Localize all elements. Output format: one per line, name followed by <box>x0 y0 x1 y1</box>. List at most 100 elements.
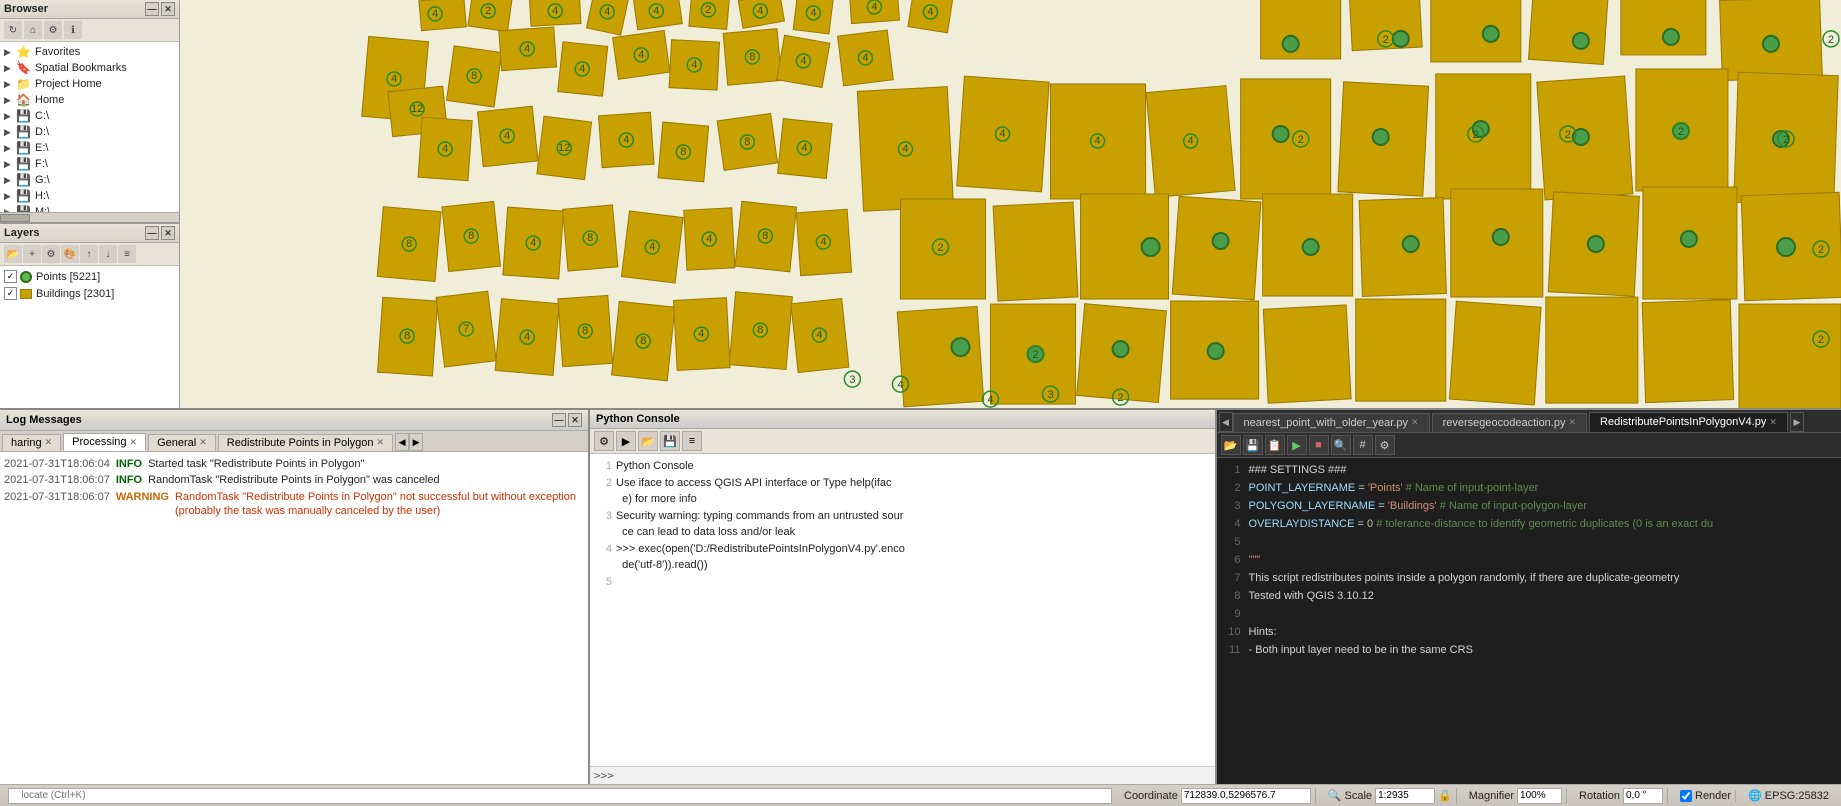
python-settings-btn[interactable]: ⚙ <box>594 431 614 451</box>
svg-text:4: 4 <box>579 63 585 75</box>
tree-arrow: ▶ <box>4 143 16 154</box>
tree-item-h[interactable]: ▶ 💾 H:\ <box>0 188 179 204</box>
layer-item-buildings[interactable]: ✓ Buildings [2301] <box>0 285 179 302</box>
browser-home-btn[interactable]: ⌂ <box>24 21 42 39</box>
tab-processing-close[interactable]: ✕ <box>130 437 138 448</box>
tree-item-g[interactable]: ▶ 💾 G:\ <box>0 172 179 188</box>
browser-minimize-btn[interactable]: — <box>145 2 159 16</box>
tree-item-m[interactable]: ▶ 💾 M:\ <box>0 204 179 212</box>
log-close-btn[interactable]: ✕ <box>568 413 582 427</box>
editor-content[interactable]: 1 ### SETTINGS ### 2 POINT_LAYERNAME = '… <box>1217 458 1841 784</box>
tab-sharing[interactable]: haring ✕ <box>2 434 61 451</box>
layer-item-points[interactable]: ✓ Points [5221] <box>0 268 179 285</box>
layers-close-btn[interactable]: ✕ <box>161 226 175 240</box>
tab-redistribute-close[interactable]: ✕ <box>377 437 385 448</box>
tab-sharing-close[interactable]: ✕ <box>45 437 53 448</box>
magnifier-input[interactable] <box>1517 788 1562 804</box>
editor-tab-reverse[interactable]: reversegeocodeaction.py ✕ <box>1432 413 1587 432</box>
scale-input[interactable] <box>1375 788 1435 804</box>
svg-text:3: 3 <box>849 374 855 386</box>
editor-tab-redistribute-close[interactable]: ✕ <box>1769 417 1777 428</box>
svg-text:8: 8 <box>640 335 646 347</box>
tree-item-c[interactable]: ▶ 💾 C:\ <box>0 108 179 124</box>
svg-text:4: 4 <box>504 130 510 142</box>
editor-tab-redistribute[interactable]: RedistributePointsInPolygonV4.py ✕ <box>1589 412 1788 432</box>
log-minimize-btn[interactable]: — <box>552 413 566 427</box>
editor-tab-redistribute-label: RedistributePointsInPolygonV4.py <box>1600 416 1766 428</box>
rotation-input[interactable] <box>1623 788 1663 804</box>
editor-hash-btn[interactable]: # <box>1353 435 1373 455</box>
tab-scroll-right[interactable]: ▶ <box>409 433 423 451</box>
svg-text:4: 4 <box>757 5 763 17</box>
browser-scrollbar-thumb[interactable] <box>0 214 30 222</box>
tree-item-f[interactable]: ▶ 💾 F:\ <box>0 156 179 172</box>
tree-item-favorites[interactable]: ▶ ⭐ Favorites <box>0 44 179 60</box>
editor-open-btn[interactable]: 📂 <box>1221 435 1241 455</box>
tree-label: C:\ <box>35 110 49 122</box>
browser-filter-btn[interactable]: ⚙ <box>44 21 62 39</box>
browser-refresh-btn[interactable]: ↻ <box>4 21 22 39</box>
tab-redistribute[interactable]: Redistribute Points in Polygon ✕ <box>218 434 393 451</box>
py-line-4: 4 >>> exec(open('D:/RedistributePointsIn… <box>594 541 1211 574</box>
layers-filter-btn[interactable]: ⚙ <box>42 245 60 263</box>
tree-item-e[interactable]: ▶ 💾 E:\ <box>0 140 179 156</box>
browser-info-btn[interactable]: ℹ <box>64 21 82 39</box>
drive-icon: 💾 <box>16 189 32 203</box>
editor-tab-nearest[interactable]: nearest_point_with_older_year.py ✕ <box>1233 413 1430 432</box>
python-save-btn[interactable]: 💾 <box>660 431 680 451</box>
layers-open-btn[interactable]: 📂 <box>4 245 22 263</box>
tab-general-close[interactable]: ✕ <box>199 437 207 448</box>
scale-lock-icon: 🔒 <box>1438 789 1452 802</box>
layers-minimize-btn[interactable]: — <box>145 226 159 240</box>
log-message-1: Started task "Redistribute Points in Pol… <box>148 457 364 471</box>
layers-move-up-btn[interactable]: ↑ <box>80 245 98 263</box>
layers-style-btn[interactable]: 🎨 <box>61 245 79 263</box>
render-checkbox[interactable] <box>1680 790 1692 802</box>
browser-tree: ▶ ⭐ Favorites ▶ 🔖 Spatial Bookmarks ▶ 📁 … <box>0 42 179 212</box>
svg-text:4: 4 <box>816 329 822 341</box>
status-epsg[interactable]: 🌐 EPSG:25832 <box>1744 789 1833 802</box>
tab-processing[interactable]: Processing ✕ <box>63 433 146 451</box>
coordinate-label: Coordinate <box>1124 790 1178 802</box>
tree-arrow: ▶ <box>4 127 16 138</box>
tab-scroll-left[interactable]: ◀ <box>395 433 409 451</box>
tree-item-d[interactable]: ▶ 💾 D:\ <box>0 124 179 140</box>
locator-input[interactable] <box>8 788 1112 804</box>
python-open-btn[interactable]: 📂 <box>638 431 658 451</box>
browser-scrollbar[interactable] <box>0 212 179 222</box>
browser-header-icons: — ✕ <box>145 2 175 16</box>
editor-settings-btn[interactable]: ⚙ <box>1375 435 1395 455</box>
layers-move-down-btn[interactable]: ↓ <box>99 245 117 263</box>
tree-label: H:\ <box>35 190 49 202</box>
tree-item-spatial-bookmarks[interactable]: ▶ 🔖 Spatial Bookmarks <box>0 60 179 76</box>
editor-save-btn[interactable]: 💾 <box>1243 435 1263 455</box>
layers-add-btn[interactable]: + <box>23 245 41 263</box>
coordinate-input[interactable] <box>1181 788 1311 804</box>
layer-check-points[interactable]: ✓ <box>4 270 17 283</box>
editor-tab-scroll-right[interactable]: ▶ <box>1790 412 1804 432</box>
tab-general[interactable]: General ✕ <box>148 434 216 451</box>
tree-item-project-home[interactable]: ▶ 📁 Project Home <box>0 76 179 92</box>
editor-tab-nearest-close[interactable]: ✕ <box>1411 417 1419 428</box>
python-run-btn[interactable]: ▶ <box>616 431 636 451</box>
editor-stop-btn[interactable]: ■ <box>1309 435 1329 455</box>
browser-close-btn[interactable]: ✕ <box>161 2 175 16</box>
tree-label: E:\ <box>35 142 48 154</box>
editor-tab-scroll-left[interactable]: ◀ <box>1219 412 1233 432</box>
tree-item-home[interactable]: ▶ 🏠 Home <box>0 92 179 108</box>
map-area[interactable]: 4 2 4 4 4 2 4 4 4 4 <box>180 0 1841 408</box>
svg-text:4: 4 <box>1094 135 1100 147</box>
svg-text:8: 8 <box>749 51 755 63</box>
svg-text:8: 8 <box>471 70 477 82</box>
python-more-btn[interactable]: ≡ <box>682 431 702 451</box>
editor-run-btn[interactable]: ▶ <box>1287 435 1307 455</box>
python-input[interactable] <box>618 770 1211 781</box>
layer-check-buildings[interactable]: ✓ <box>4 287 17 300</box>
status-coordinate: Coordinate <box>1120 788 1316 804</box>
svg-text:8: 8 <box>762 230 768 242</box>
layers-more-btn[interactable]: ≡ <box>118 245 136 263</box>
editor-copy-btn[interactable]: 📋 <box>1265 435 1285 455</box>
tree-arrow: ▶ <box>4 111 16 122</box>
editor-tab-reverse-close[interactable]: ✕ <box>1568 417 1576 428</box>
editor-find-btn[interactable]: 🔍 <box>1331 435 1351 455</box>
